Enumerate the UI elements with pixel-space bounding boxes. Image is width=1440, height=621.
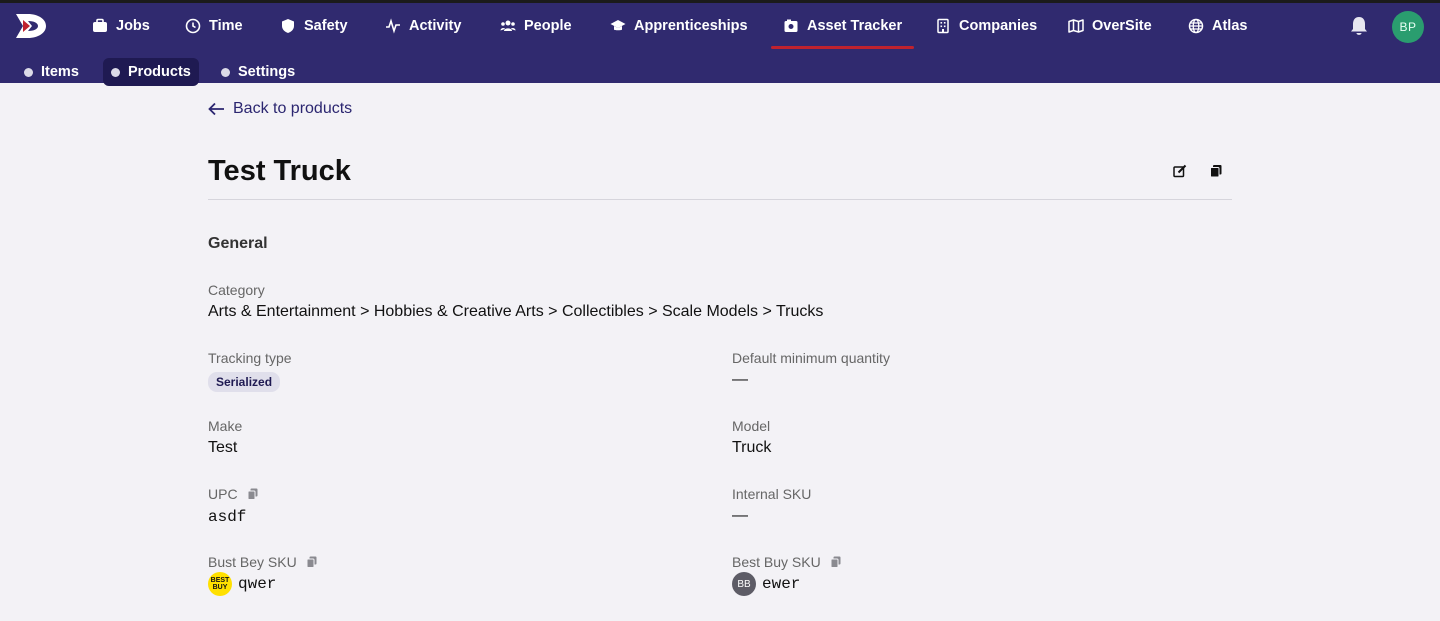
- upc-value: asdf: [208, 508, 247, 526]
- internal-sku-value: —: [732, 507, 748, 524]
- subnav-settings-label: Settings: [238, 64, 296, 80]
- bust-bey-sku-label: Bust Bey SKU: [208, 554, 318, 570]
- page-title: Test Truck: [208, 155, 351, 187]
- back-label: Back to products: [233, 100, 353, 117]
- nav-people[interactable]: People: [500, 3, 572, 49]
- tracking-type-label-text: Tracking type: [208, 350, 292, 366]
- duplicate-icon[interactable]: [1209, 164, 1223, 178]
- best-buy-logo: BEST BUY: [208, 572, 232, 596]
- clock-icon: [185, 18, 201, 34]
- internal-sku-label: Internal SKU: [732, 486, 811, 502]
- nav-jobs-label: Jobs: [116, 18, 150, 34]
- make-label: Make: [208, 418, 242, 434]
- best-buy-sku-value: ewer: [762, 575, 801, 593]
- briefcase-icon: [93, 18, 107, 32]
- subnav-items[interactable]: Items: [16, 58, 87, 86]
- subnav-items-label: Items: [41, 64, 79, 80]
- title-divider: [208, 199, 1232, 200]
- subnav-products[interactable]: Products: [103, 58, 199, 86]
- back-to-products-link[interactable]: Back to products: [208, 100, 352, 118]
- building-icon: [937, 18, 949, 34]
- nav-time-label: Time: [209, 18, 243, 34]
- user-avatar[interactable]: BP: [1392, 11, 1424, 43]
- nav-safety[interactable]: Safety: [280, 3, 348, 49]
- globe-icon: [1188, 18, 1204, 34]
- internal-sku-label-text: Internal SKU: [732, 486, 812, 502]
- make-label-text: Make: [208, 418, 243, 434]
- edit-icon[interactable]: [1173, 164, 1187, 178]
- top-navigation-bar: Jobs Time Safety Activity People Apprent…: [0, 0, 1440, 86]
- tracking-type-label: Tracking type: [208, 350, 292, 366]
- nav-people-label: People: [524, 18, 572, 34]
- category-label-text: Category: [208, 282, 265, 298]
- nav-atlas-label: Atlas: [1212, 18, 1248, 34]
- model-value: Truck: [732, 439, 772, 456]
- shield-icon: [282, 19, 294, 33]
- category-value: Arts & Entertainment > Hobbies & Creativ…: [208, 303, 824, 320]
- nav-apprenticeships-label: Apprenticeships: [634, 18, 748, 34]
- notification-bell-icon[interactable]: [1349, 15, 1369, 37]
- nav-jobs[interactable]: Jobs: [92, 3, 150, 49]
- section-heading-general: General: [208, 235, 268, 252]
- category-label: Category: [208, 282, 265, 298]
- nav-apprenticeships[interactable]: Apprenticeships: [610, 3, 748, 49]
- subnav-settings[interactable]: Settings: [213, 58, 303, 86]
- nav-activity[interactable]: Activity: [385, 3, 461, 49]
- model-label: Model: [732, 418, 770, 434]
- upc-label: UPC: [208, 486, 259, 502]
- bullet-icon: [221, 67, 230, 77]
- graduation-cap-icon: [610, 20, 626, 31]
- default-min-qty-label: Default minimum quantity: [732, 350, 890, 366]
- arrow-left-icon: [208, 102, 224, 116]
- best-buy-sku-row: BB ewer: [732, 572, 800, 596]
- nav-oversite-label: OverSite: [1092, 18, 1152, 34]
- nav-asset-tracker-label: Asset Tracker: [807, 18, 903, 34]
- make-value: Test: [208, 439, 238, 456]
- bust-bey-sku-row: BEST BUY qwer: [208, 572, 276, 596]
- default-min-qty-value: —: [732, 371, 748, 388]
- tracking-type-badge: Serialized: [208, 372, 281, 392]
- copy-icon[interactable]: [306, 556, 318, 568]
- best-buy-sku-label-text: Best Buy SKU: [732, 554, 821, 570]
- retailer-initials-avatar: BB: [732, 572, 756, 596]
- people-icon: [500, 20, 516, 31]
- best-buy-sku-label: Best Buy SKU: [732, 554, 842, 570]
- nav-time[interactable]: Time: [185, 3, 243, 49]
- pulse-icon: [386, 18, 400, 34]
- nav-companies-label: Companies: [959, 18, 1038, 34]
- bullet-icon: [24, 67, 33, 77]
- box-icon: [784, 19, 798, 32]
- copy-icon[interactable]: [830, 556, 842, 568]
- nav-atlas[interactable]: Atlas: [1188, 3, 1247, 49]
- subnav-products-label: Products: [128, 64, 191, 80]
- app-logo[interactable]: [14, 12, 48, 40]
- nav-activity-label: Activity: [409, 18, 462, 34]
- upc-label-text: UPC: [208, 486, 238, 502]
- map-icon: [1068, 19, 1084, 33]
- default-min-qty-label-text: Default minimum quantity: [732, 350, 890, 366]
- bust-bey-sku-value: qwer: [238, 575, 277, 593]
- bust-bey-sku-label-text: Bust Bey SKU: [208, 554, 297, 570]
- nav-asset-tracker[interactable]: Asset Tracker: [770, 3, 915, 49]
- copy-icon[interactable]: [247, 488, 259, 500]
- nav-oversite[interactable]: OverSite: [1068, 3, 1152, 49]
- nav-companies[interactable]: Companies: [935, 3, 1037, 49]
- bullet-icon: [111, 67, 120, 77]
- model-label-text: Model: [732, 418, 771, 434]
- nav-safety-label: Safety: [304, 18, 348, 34]
